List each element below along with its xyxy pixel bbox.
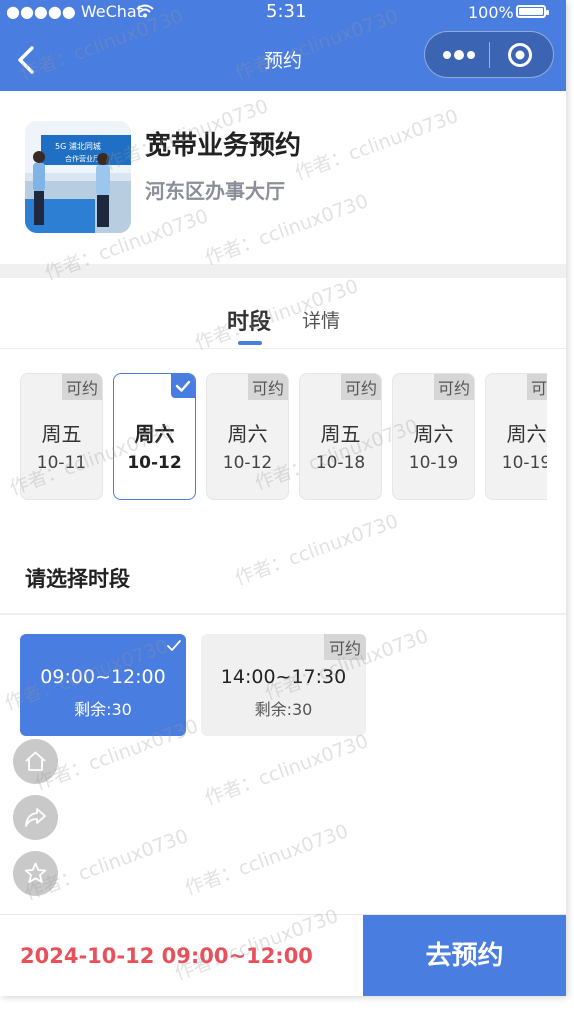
available-badge: 可约 <box>61 374 102 400</box>
store-branch: 河东区办事大厅 <box>145 179 285 203</box>
time-slot[interactable]: 可约 14:00~17:30 剩余:30 <box>201 634 366 736</box>
photo-sign-text-2: 合作营业厅 <box>65 154 100 163</box>
store-info: 5G 浦北同城 合作营业厅 宽带业务预约 河东区办事大厅 <box>0 91 566 264</box>
date-card[interactable]: 可约 周五 10-18 <box>299 373 382 500</box>
date-value: 10-12 <box>222 453 273 473</box>
date-weekday: 周六 <box>413 422 454 446</box>
available-badge: 可约 <box>247 374 288 400</box>
phone-screen: ●●●●● WeChat 5:31 100% 预约 5G 浦北同城 合作营业厅 … <box>0 0 566 996</box>
miniprogram-capsule <box>424 31 554 78</box>
date-weekday: 周六 <box>134 422 175 446</box>
battery-percent: 100% <box>468 3 514 22</box>
date-weekday: 周六 <box>506 422 547 446</box>
date-card[interactable]: 可约 周五 10-11 <box>20 373 103 500</box>
share-button[interactable] <box>13 795 58 840</box>
status-time: 5:31 <box>266 1 307 22</box>
available-badge: 可约 <box>433 374 474 400</box>
date-card[interactable]: 可约 周六 10-19 <box>485 373 547 500</box>
slot-range: 14:00~17:30 <box>220 666 347 688</box>
status-bar: ●●●●● WeChat 5:31 100% <box>0 0 566 24</box>
selected-check-icon <box>167 640 181 651</box>
date-value: 10-19 <box>408 453 459 473</box>
star-icon <box>24 862 47 883</box>
date-weekday: 周五 <box>320 422 361 446</box>
photo-sign-text: 5G 浦北同城 <box>55 141 101 151</box>
battery-icon <box>516 5 549 18</box>
tab-details[interactable]: 详情 <box>302 306 340 333</box>
tab-time-slot[interactable]: 时段 <box>227 304 271 336</box>
wifi-icon <box>136 4 154 18</box>
home-button[interactable] <box>13 739 58 784</box>
bottom-bar: 2024-10-12 09:00~12:00 去预约 <box>0 914 566 996</box>
close-miniprogram-icon[interactable] <box>507 42 533 68</box>
date-picker: 可约 周五 10-11 周六 10-12 可约 周六 10-12 可约 周五 1… <box>20 373 547 503</box>
top-bar: ●●●●● WeChat 5:31 100% 预约 <box>0 0 566 91</box>
share-icon <box>25 808 46 827</box>
date-card[interactable]: 可约 周六 10-19 <box>392 373 475 500</box>
section-gap <box>0 264 566 278</box>
store-photo: 5G 浦北同城 合作营业厅 <box>25 121 131 233</box>
more-icon[interactable] <box>437 44 481 66</box>
date-value: 10-18 <box>315 453 366 473</box>
date-weekday: 周五 <box>41 422 82 446</box>
date-card-selected[interactable]: 周六 10-12 <box>113 373 196 500</box>
capsule-divider <box>489 42 490 68</box>
time-slot-selected[interactable]: 09:00~12:00 剩余:30 <box>20 634 186 736</box>
watermark: 作者：cclinux0730 <box>181 820 352 900</box>
date-weekday: 周六 <box>227 422 268 446</box>
date-card[interactable]: 可约 周六 10-12 <box>206 373 289 500</box>
selected-check-icon <box>171 374 195 398</box>
tab-active-indicator <box>238 341 262 345</box>
available-badge: 可约 <box>323 634 366 660</box>
home-icon <box>25 751 46 771</box>
slot-range: 09:00~12:00 <box>40 666 166 688</box>
available-badge: 可约 <box>526 374 547 400</box>
favorite-button[interactable] <box>13 851 58 896</box>
store-name: 宽带业务预约 <box>145 131 302 161</box>
date-value: 10-12 <box>127 453 182 473</box>
watermark: 作者：cclinux0730 <box>231 510 402 590</box>
available-badge: 可约 <box>340 374 381 400</box>
slot-remaining: 剩余:30 <box>74 700 132 719</box>
slot-remaining: 剩余:30 <box>254 700 313 719</box>
date-value: 10-19 <box>501 453 547 473</box>
book-button[interactable]: 去预约 <box>363 915 566 996</box>
watermark: 作者：cclinux0730 <box>201 730 372 810</box>
tab-bar: 时段 详情 <box>0 278 566 349</box>
section-divider <box>0 613 566 615</box>
selected-time-summary: 2024-10-12 09:00~12:00 <box>20 944 313 968</box>
carrier-label: ●●●●● WeChat <box>6 2 144 21</box>
section-title: 请选择时段 <box>25 567 130 591</box>
date-value: 10-11 <box>36 453 87 473</box>
